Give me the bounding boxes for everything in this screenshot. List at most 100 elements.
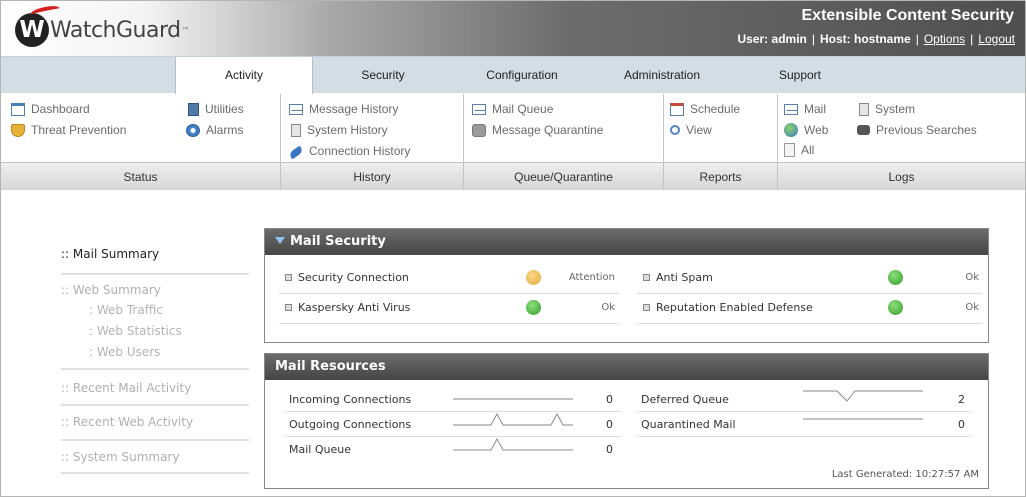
nav-prefix: :: (61, 283, 70, 297)
group-queue-quarantine: Mail Queue Message Quarantine Queue/Quar… (464, 94, 664, 190)
tab-security[interactable]: Security (314, 57, 452, 94)
user-name: admin (771, 32, 807, 46)
logout-link[interactable]: Logout (978, 32, 1015, 46)
status-text: Ok (601, 302, 615, 313)
menu-label: Threat Prevention (31, 123, 127, 137)
menu-label: Mail Queue (492, 102, 554, 116)
status-label: Anti Spam (656, 271, 713, 284)
group-label-history: History (281, 162, 463, 190)
tab-support[interactable]: Support (732, 57, 868, 94)
nav-text: System Summary (72, 450, 180, 464)
group-status: Dashboard Threat Prevention Utilities Al… (1, 94, 281, 190)
menu-label: Dashboard (31, 102, 90, 116)
bullet-icon (643, 304, 650, 311)
panel-title: Mail Resources (275, 359, 386, 374)
ok-status-icon (888, 300, 903, 315)
nav-prefix: :: (61, 450, 70, 464)
nav-mail-summary[interactable]: :: Mail Summary (61, 247, 249, 275)
tab-activity[interactable]: Activity (175, 57, 313, 95)
menu-all-log[interactable]: All (784, 143, 814, 157)
menu-label: View (686, 123, 712, 137)
tab-configuration[interactable]: Configuration (452, 57, 592, 94)
bullet-icon (643, 274, 650, 281)
envelope-icon (472, 103, 486, 115)
group-label-queue: Queue/Quarantine (464, 162, 663, 190)
nav-recent-web-activity[interactable]: :: Recent Web Activity (61, 415, 249, 441)
plug-icon (288, 145, 304, 160)
lock-icon (472, 123, 486, 137)
menu-label: Utilities (205, 102, 244, 116)
globe-icon (784, 123, 798, 137)
watchguard-logo[interactable]: W WatchGuard ™ (15, 3, 190, 48)
menu-alarms[interactable]: Alarms (186, 123, 243, 137)
menu-system-log[interactable]: System (857, 102, 915, 116)
attention-status-icon (526, 270, 541, 285)
user-info: User: admin | Host: hostname | Options | Logou… (737, 32, 1015, 46)
menu-message-quarantine[interactable]: Message Quarantine (472, 123, 603, 137)
menu-message-history[interactable]: Message History (289, 102, 398, 116)
row-divider (637, 293, 982, 294)
menu-schedule[interactable]: Schedule (670, 102, 740, 116)
menu-mail-queue[interactable]: Mail Queue (472, 102, 553, 116)
group-logs: Mail Web All System Previous Searches Lo… (778, 94, 1025, 190)
alarm-icon (186, 123, 200, 137)
main-tab-bar: Activity Security Configuration Administ… (1, 56, 1025, 95)
group-reports: Schedule View Reports (664, 94, 778, 190)
status-text: Ok (965, 302, 979, 313)
menu-label: System (875, 102, 916, 116)
resource-value: 0 (606, 393, 613, 406)
nav-system-summary[interactable]: :: System Summary (61, 450, 249, 474)
separator: | (915, 32, 919, 46)
mail-resources-panel: Mail Resources Incoming Connections 0 Ou… (264, 353, 989, 489)
row-divider (279, 293, 619, 294)
nav-prefix: :: (61, 381, 70, 395)
menu-web-log[interactable]: Web (784, 123, 828, 137)
envelope-icon (784, 103, 798, 115)
outgoing-sparkline (453, 412, 573, 426)
nav-recent-mail-label: :: Recent Mail Activity (61, 381, 249, 395)
group-label-reports: Reports (664, 162, 777, 190)
collapse-arrow-icon[interactable] (275, 237, 285, 244)
options-link[interactable]: Options (924, 32, 965, 46)
logo-text: WatchGuard (50, 17, 181, 43)
menu-label: All (801, 143, 815, 157)
separator: | (811, 32, 815, 46)
status-text: Ok (965, 272, 979, 283)
nav-recent-mail-activity[interactable]: :: Recent Mail Activity (61, 381, 249, 406)
kaspersky-row: Kaspersky Anti Virus (285, 301, 410, 314)
tab-administration[interactable]: Administration (592, 57, 732, 94)
nav-text: Web Summary (72, 283, 161, 297)
menu-label: Message Quarantine (492, 123, 604, 137)
menu-label: Web (804, 123, 829, 137)
menu-dashboard[interactable]: Dashboard (11, 102, 90, 116)
nav-recent-web-label: :: Recent Web Activity (61, 415, 249, 429)
menu-previous-searches[interactable]: Previous Searches (857, 123, 977, 137)
menu-view[interactable]: View (670, 123, 712, 137)
mail-resources-header[interactable]: Mail Resources (265, 354, 988, 380)
document-icon (291, 123, 301, 137)
user-label: User: (737, 32, 769, 46)
resource-value: 0 (606, 443, 613, 456)
document-icon (859, 102, 869, 116)
menu-mail-log[interactable]: Mail (784, 102, 826, 116)
nav-web-summary[interactable]: :: Web Summary (61, 283, 249, 297)
host-name: hostname (854, 32, 911, 46)
security-connection-row: Security Connection (285, 271, 409, 284)
menu-connection-history[interactable]: Connection History (288, 144, 410, 160)
menu-threat-prevention[interactable]: Threat Prevention (11, 123, 126, 137)
nav-system-summary-label: :: System Summary (61, 450, 249, 464)
nav-web-users[interactable]: : Web Users (89, 342, 249, 363)
ok-status-icon (888, 270, 903, 285)
bullet-icon (285, 274, 292, 281)
product-title: Extensible Content Security (801, 7, 1015, 24)
resource-value: 2 (958, 393, 965, 406)
menu-system-history[interactable]: System History (289, 123, 388, 137)
bullet-icon (285, 304, 292, 311)
menu-utilities[interactable]: Utilities (186, 102, 244, 116)
mail-security-header[interactable]: Mail Security (265, 229, 988, 255)
separator: | (970, 32, 974, 46)
nav-web-summary-group: :: Web Summary : Web Traffic : Web Stati… (61, 283, 249, 370)
nav-web-traffic[interactable]: : Web Traffic (89, 300, 249, 321)
nav-web-statistics[interactable]: : Web Statistics (89, 321, 249, 342)
page-icon (784, 143, 795, 157)
